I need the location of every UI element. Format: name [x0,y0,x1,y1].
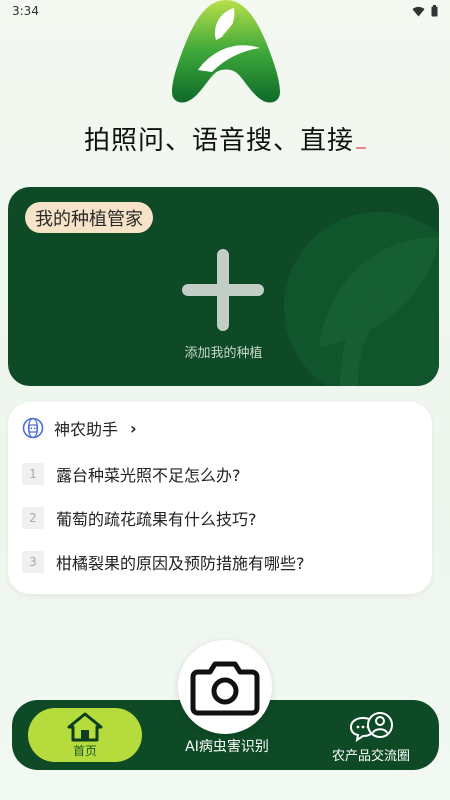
text-cursor [356,147,366,149]
question-number: 2 [22,507,44,529]
plant-manager-card[interactable]: 我的种植管家 添加我的种植 [8,187,439,386]
camera-button[interactable] [178,640,272,734]
question-text: 柑橘裂果的原因及预防措施有哪些? [56,554,305,573]
camera-icon [190,661,260,716]
assistant-card: 神农助手 › 1 露台种菜光照不足怎么办? 2 葡萄的疏花疏果有什么技巧? 3 … [8,402,432,594]
battery-icon [431,5,438,17]
status-time: 3:34 [12,4,39,18]
slogan-text: 拍照问、语音搜、直接 [83,126,354,156]
home-icon [67,712,103,741]
nav-ai-label[interactable]: AI病虫害识别 [177,736,277,756]
nav-community[interactable]: 农产品交流圈 [316,708,426,764]
assistant-title: 神农助手 [54,420,119,439]
nav-community-label: 农产品交流圈 [331,749,410,764]
question-text: 露台种菜光照不足怎么办? [56,466,241,485]
wifi-icon [412,6,425,17]
question-item[interactable]: 3 柑橘裂果的原因及预防措施有哪些? [22,550,422,574]
add-plant-label: 添加我的种植 [184,346,263,361]
question-number: 3 [22,551,44,573]
status-icons [412,5,438,17]
slogan: 拍照问、语音搜、直接 [0,120,450,157]
plus-icon[interactable] [180,247,266,333]
community-chat-icon [349,712,393,743]
plant-manager-badge: 我的种植管家 [25,202,153,233]
leaf-logo [172,0,280,103]
assistant-globe-icon [22,417,44,439]
question-item[interactable]: 1 露台种菜光照不足怎么办? [22,462,422,486]
question-text: 葡萄的疏花疏果有什么技巧? [56,510,257,529]
chevron-right-icon: › [130,418,137,438]
nav-home-label: 首页 [72,743,97,758]
question-number: 1 [22,463,44,485]
question-item[interactable]: 2 葡萄的疏花疏果有什么技巧? [22,506,422,530]
assistant-header[interactable]: 神农助手 › [22,416,137,440]
nav-home[interactable]: 首页 [28,708,142,762]
